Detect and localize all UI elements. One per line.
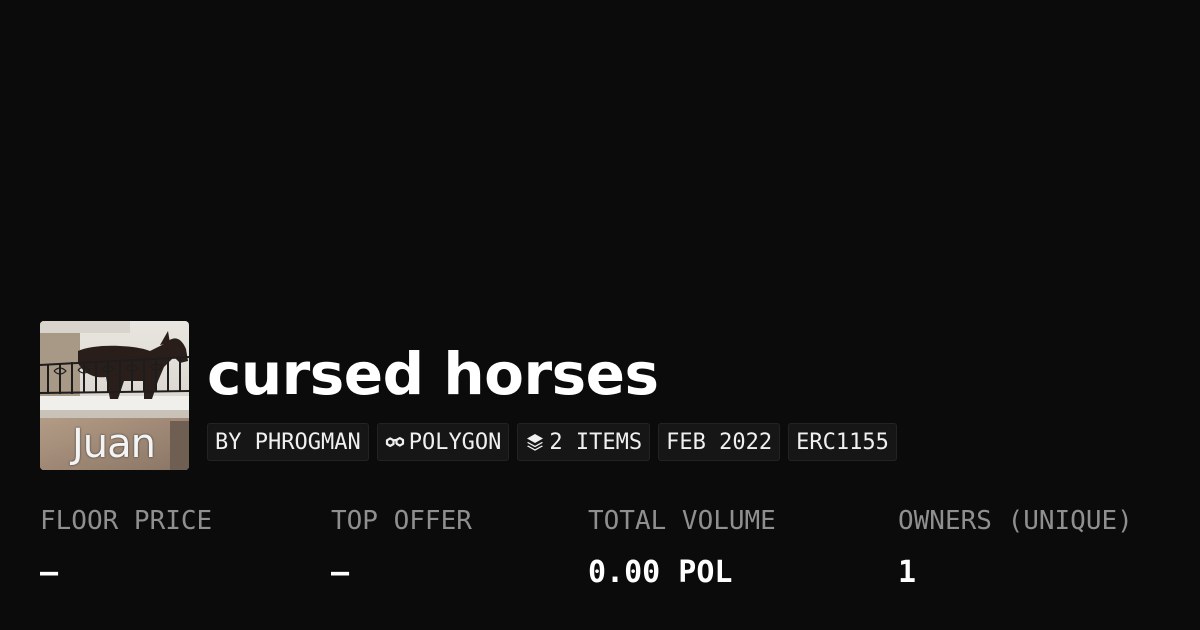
stat-label: TOTAL VOLUME [588, 506, 776, 536]
tag-label: FEB 2022 [666, 429, 773, 455]
title-block: cursed horses BY PHROGMAN POLYGON 2 ITEM… [207, 321, 897, 461]
stat-label: TOP OFFER [331, 506, 472, 536]
tag-date: FEB 2022 [658, 423, 781, 461]
stat-top-offer: TOP OFFER – [331, 503, 472, 593]
collection-avatar[interactable]: Juan [40, 321, 189, 470]
image-caption: Juan [72, 421, 156, 467]
tag-chain[interactable]: POLYGON [376, 423, 510, 461]
stat-label: FLOOR PRICE [40, 506, 213, 536]
tag-label: 2 ITEMS [549, 429, 643, 455]
stat-value: 0.00 POL [588, 555, 733, 590]
stat-owners: OWNERS (UNIQUE) 1 [898, 503, 1133, 593]
stat-value: 1 [898, 555, 917, 590]
tag-label: POLYGON [408, 429, 502, 455]
stat-total-volume: TOTAL VOLUME 0.00 POL [588, 503, 776, 593]
layers-icon [525, 432, 545, 452]
polygon-link-icon [385, 432, 405, 452]
tag-label: ERC1155 [796, 429, 889, 455]
collection-tags: BY PHROGMAN POLYGON 2 ITEMS FEB 2022 ERC… [207, 423, 897, 461]
collection-title: cursed horses [207, 340, 659, 408]
stat-label: OWNERS (UNIQUE) [898, 506, 1133, 536]
stat-value: – [40, 555, 59, 590]
collection-header: Juan cursed horses BY PHROGMAN POLYGON 2… [40, 321, 897, 470]
collection-stats: FLOOR PRICE – TOP OFFER – TOTAL VOLUME 0… [40, 503, 1190, 603]
stat-floor-price: FLOOR PRICE – [40, 503, 212, 593]
tag-label: BY PHROGMAN [215, 429, 361, 455]
stat-value: – [331, 555, 350, 590]
tag-items[interactable]: 2 ITEMS [517, 423, 651, 461]
tag-creator[interactable]: BY PHROGMAN [207, 423, 369, 461]
tag-standard: ERC1155 [788, 423, 897, 461]
